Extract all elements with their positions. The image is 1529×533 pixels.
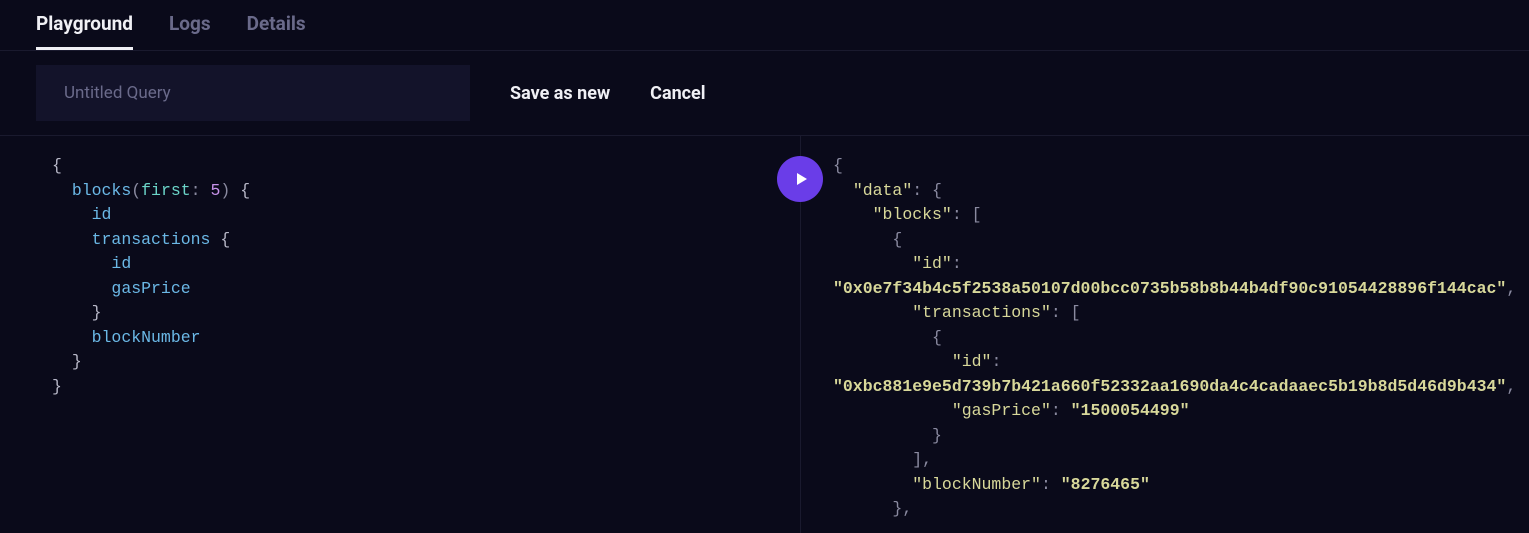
query-arg-value: 5	[210, 181, 220, 200]
result-key-blocks: "blocks"	[873, 205, 952, 224]
query-field-tx-id: id	[111, 254, 131, 273]
toolbar: Save as new Cancel	[0, 51, 1529, 136]
query-field-blocknumber: blockNumber	[92, 328, 201, 347]
result-key-blocknumber: "blockNumber"	[912, 475, 1041, 494]
result-key-transactions: "transactions"	[912, 303, 1051, 322]
query-field-gasprice: gasPrice	[111, 279, 190, 298]
result-key-data: "data"	[853, 181, 912, 200]
query-arg-name: first	[141, 181, 191, 200]
result-key-id: "id"	[912, 254, 952, 273]
editor-area: { blocks(first: 5) { id transactions { i…	[0, 136, 1529, 533]
result-key-tx-id: "id"	[952, 352, 992, 371]
cancel-button[interactable]: Cancel	[650, 83, 705, 104]
query-root-field: blocks	[72, 181, 131, 200]
result-key-gasprice: "gasPrice"	[952, 401, 1051, 420]
query-field-transactions: transactions	[92, 230, 211, 249]
tab-logs[interactable]: Logs	[169, 12, 211, 50]
result-value-gasprice: "1500054499"	[1071, 401, 1190, 420]
run-query-button[interactable]	[777, 156, 823, 202]
query-name-input[interactable]	[36, 65, 470, 121]
result-value-tx-id: "0xbc881e9e5d739b7b421a660f52332aa1690da…	[833, 377, 1506, 396]
query-editor[interactable]: { blocks(first: 5) { id transactions { i…	[0, 136, 800, 533]
query-field-id: id	[92, 205, 112, 224]
result-value-id: "0x0e7f34b4c5f2538a50107d00bcc0735b58b8b…	[833, 279, 1506, 298]
play-icon	[794, 171, 810, 187]
tab-details[interactable]: Details	[247, 12, 306, 50]
tab-bar: Playground Logs Details	[0, 0, 1529, 51]
tab-playground[interactable]: Playground	[36, 12, 133, 50]
result-viewer[interactable]: { "data": { "blocks": [ { "id": "0x0e7f3…	[800, 136, 1529, 533]
save-button[interactable]: Save as new	[510, 83, 610, 104]
result-value-blocknumber: "8276465"	[1061, 475, 1150, 494]
